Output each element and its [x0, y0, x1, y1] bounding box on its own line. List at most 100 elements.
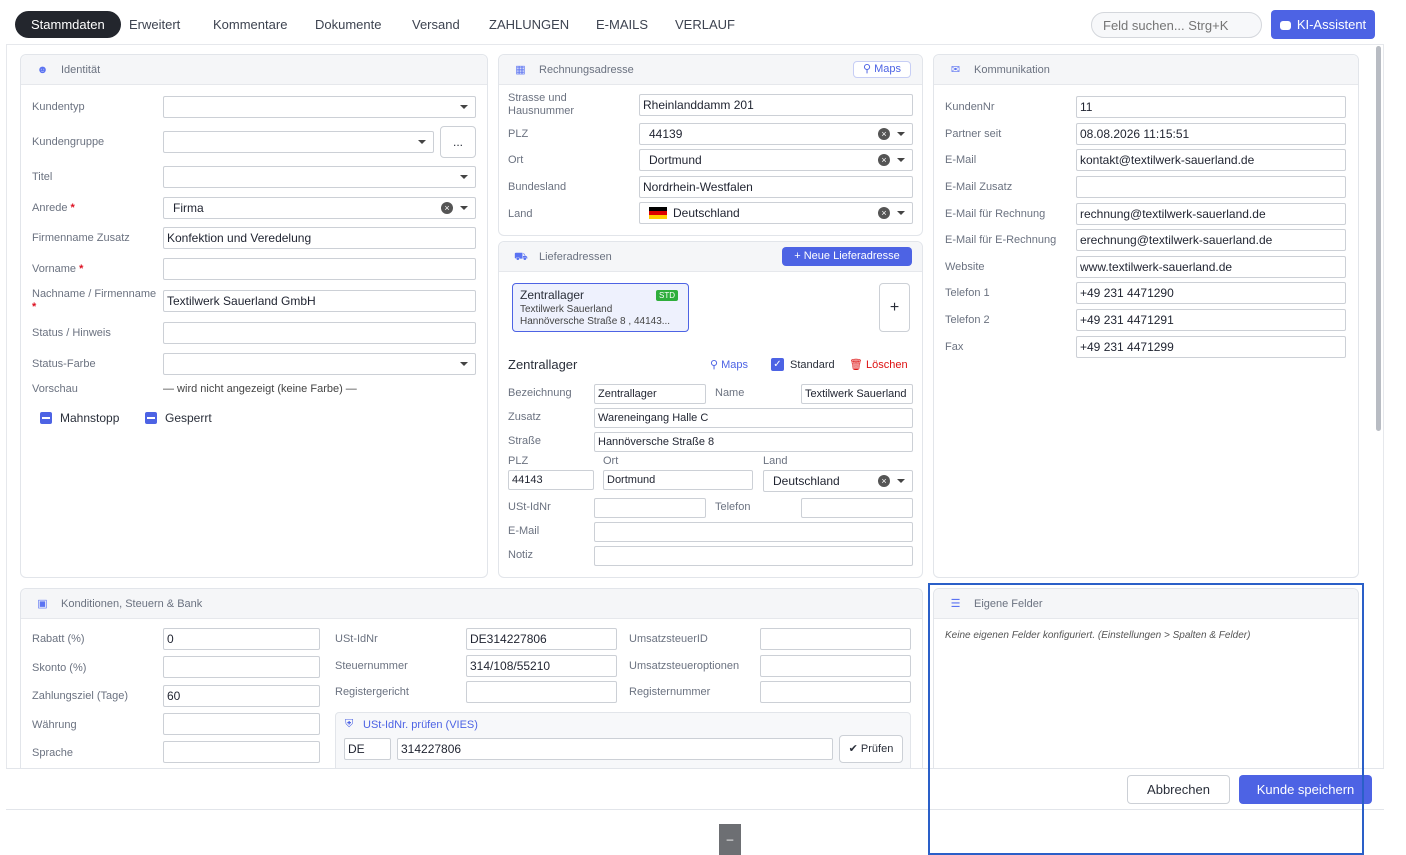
skonto-input[interactable]	[163, 656, 320, 678]
website-input[interactable]: www.textilwerk-sauerland.de	[1076, 256, 1346, 278]
ai-assistant-button[interactable]: KI-Assistent	[1271, 10, 1375, 39]
tab-zahlungen[interactable]: ZAHLUNGEN	[475, 11, 583, 38]
delivery-maps-link[interactable]: ⚲ Maps	[710, 358, 748, 371]
label-delivery-email: E-Mail	[508, 525, 540, 537]
money-icon: ▣	[37, 598, 48, 610]
conditions-panel: ▣ Konditionen, Steuern & Bank Rabatt (%)…	[20, 588, 923, 773]
delivery-strasse-input[interactable]: Hannöversche Straße 8	[594, 432, 913, 452]
label-ustid: USt-IdNr	[335, 633, 378, 645]
rabatt-input[interactable]: 0	[163, 628, 320, 650]
new-delivery-address-button[interactable]: + Neue Lieferadresse	[782, 247, 912, 266]
vies-country-input[interactable]: DE	[344, 738, 391, 760]
clear-icon[interactable]: ×	[878, 207, 890, 219]
label-land: Land	[508, 208, 533, 220]
vies-number-input[interactable]: 314227806	[397, 738, 833, 760]
tab-verlauf[interactable]: VERLAUF	[661, 11, 749, 38]
gesperrt-checkbox[interactable]	[145, 412, 157, 424]
zahlungsziel-input[interactable]: 60	[163, 685, 320, 707]
billing-maps-button[interactable]: ⚲ Maps	[853, 61, 911, 78]
name-input[interactable]: Textilwerk Sauerland	[801, 384, 913, 404]
tel2-input[interactable]: +49 231 4471291	[1076, 309, 1346, 331]
email-erechnung-input[interactable]: erechnung@textilwerk-sauerland.de	[1076, 229, 1346, 251]
email-rechnung-input[interactable]: rechnung@textilwerk-sauerland.de	[1076, 203, 1346, 225]
delivery-card[interactable]: Zentrallager STD Textilwerk Sauerland Ha…	[512, 283, 689, 332]
bezeichnung-input[interactable]: Zentrallager	[594, 384, 706, 404]
titel-select[interactable]	[163, 166, 476, 188]
delivery-telefon-input[interactable]	[801, 498, 913, 518]
communication-header: ✉ Kommunikation	[934, 55, 1358, 85]
plz-select[interactable]: 44139 ×	[639, 123, 913, 145]
delete-delivery-link[interactable]: 🗑 Löschen	[849, 358, 908, 371]
label-anrede-text: Anrede	[32, 202, 68, 214]
label-status-hinweis: Status / Hinweis	[32, 327, 111, 339]
steuernummer-input[interactable]: 314/108/55210	[466, 655, 617, 677]
truck-icon: ⛟	[514, 251, 528, 263]
delivery-email-input[interactable]	[594, 522, 913, 542]
umsatzsteuerid-input[interactable]	[760, 628, 911, 650]
ustid-input[interactable]: DE314227806	[466, 628, 617, 650]
nachname-input[interactable]: Textilwerk Sauerland GmbH	[163, 290, 476, 312]
vies-title: USt-IdNr. prüfen (VIES)	[363, 719, 478, 731]
delivery-notiz-input[interactable]	[594, 546, 913, 566]
identity-header: ☻ Identität	[21, 55, 487, 85]
tab-dokumente[interactable]: Dokumente	[301, 11, 395, 38]
status-farbe-select[interactable]	[163, 353, 476, 375]
zusatz-input[interactable]: Wareneingang Halle C	[594, 408, 913, 428]
new-delivery-label: Neue Lieferadresse	[803, 250, 900, 262]
status-hinweis-input[interactable]	[163, 322, 476, 344]
kundengruppe-more-button[interactable]: ...	[440, 126, 476, 158]
chevron-down-icon	[460, 175, 468, 179]
clear-icon[interactable]: ×	[878, 154, 890, 166]
kundennr-input[interactable]: 11	[1076, 96, 1346, 118]
kundengruppe-select[interactable]	[163, 131, 434, 153]
tab-emails[interactable]: E-MAILS	[582, 11, 662, 38]
add-delivery-address-button[interactable]: +	[879, 283, 910, 332]
tab-kommentare[interactable]: Kommentare	[199, 11, 301, 38]
email-input[interactable]: kontakt@textilwerk-sauerland.de	[1076, 149, 1346, 171]
email-zusatz-input[interactable]	[1076, 176, 1346, 198]
delivery-plz-input[interactable]: 44143	[508, 470, 594, 490]
firmenname-zusatz-input[interactable]: Konfektion und Veredelung	[163, 227, 476, 249]
vorname-input[interactable]	[163, 258, 476, 280]
tab-versand[interactable]: Versand	[398, 11, 474, 38]
scrollbar[interactable]	[1376, 46, 1381, 431]
delivery-ort-input[interactable]: Dortmund	[603, 470, 753, 490]
delivery-card-line2: Hannöversche Straße 8 , 44143...	[520, 316, 671, 327]
delivery-land-select[interactable]: Deutschland ×	[763, 470, 913, 492]
land-value: Deutschland	[673, 206, 740, 220]
delivery-maps-label: Maps	[721, 359, 749, 371]
ort-select[interactable]: Dortmund ×	[639, 149, 913, 171]
fax-input[interactable]: +49 231 4471299	[1076, 336, 1346, 358]
anrede-select[interactable]: Firma ×	[163, 197, 476, 219]
tab-stammdaten[interactable]: Stammdaten	[15, 11, 121, 38]
registernummer-input[interactable]	[760, 681, 911, 703]
sprache-input[interactable]	[163, 741, 320, 763]
vies-check-button[interactable]: ✔ Prüfen	[839, 735, 903, 763]
strasse-input[interactable]: Rheinlanddamm 201	[639, 94, 913, 116]
delivery-ustid-input[interactable]	[594, 498, 706, 518]
label-tel2: Telefon 2	[945, 314, 990, 326]
drag-handle[interactable]: –	[719, 824, 741, 855]
registergericht-input[interactable]	[466, 681, 617, 703]
mahnstopp-checkbox[interactable]	[40, 412, 52, 424]
plz-value: 44139	[649, 127, 683, 141]
label-strasse: Strasse und Hausnummer	[508, 92, 575, 117]
map-pin-icon: ⚲	[710, 359, 722, 371]
label-kundentyp: Kundentyp	[32, 101, 85, 113]
building-icon: ▦	[515, 64, 526, 76]
land-select[interactable]: Deutschland ×	[639, 202, 913, 224]
label-tel1: Telefon 1	[945, 287, 990, 299]
tab-erweitert[interactable]: Erweitert	[115, 11, 194, 38]
clear-icon[interactable]: ×	[441, 202, 453, 214]
clear-icon[interactable]: ×	[878, 475, 890, 487]
clear-icon[interactable]: ×	[878, 128, 890, 140]
standard-checkbox[interactable]: ✓	[771, 358, 784, 371]
umsatzsteueroptionen-input[interactable]	[760, 655, 911, 677]
tel1-input[interactable]: +49 231 4471290	[1076, 282, 1346, 304]
field-search-input[interactable]	[1091, 12, 1262, 38]
partner-input[interactable]: 08.08.2026 11:15:51	[1076, 123, 1346, 145]
kundentyp-select[interactable]	[163, 96, 476, 118]
bundesland-input[interactable]: Nordrhein-Westfalen	[639, 176, 913, 198]
label-registergericht: Registergericht	[335, 686, 409, 698]
waehrung-input[interactable]	[163, 713, 320, 735]
